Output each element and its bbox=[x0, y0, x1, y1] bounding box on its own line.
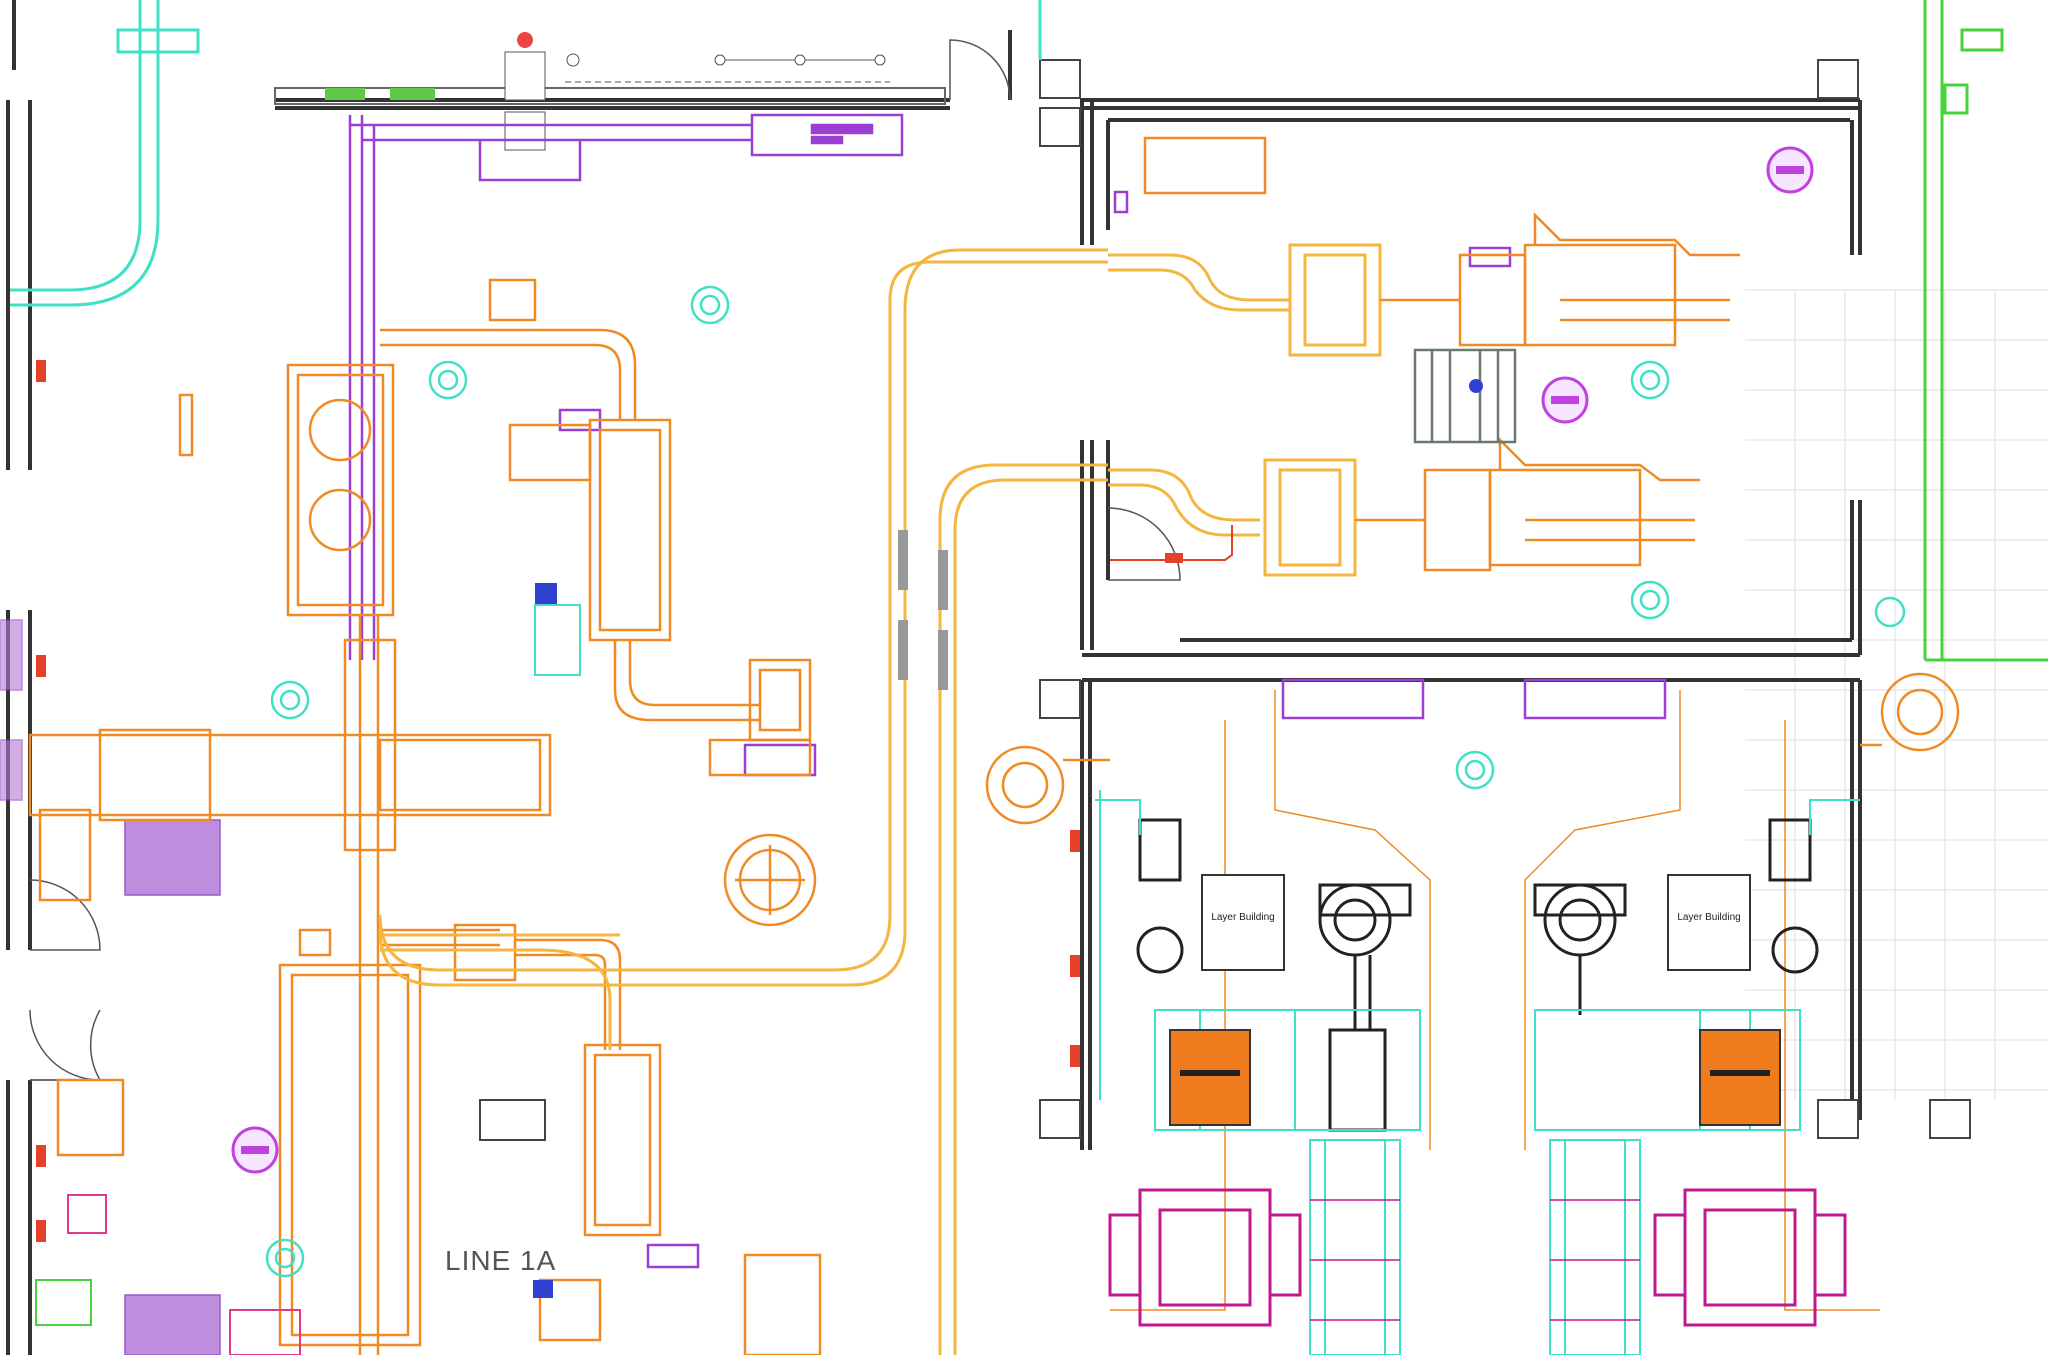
layer-building-left: Layer Building bbox=[1201, 874, 1285, 971]
red-valves bbox=[36, 360, 1080, 1242]
orange-label-panels bbox=[1169, 1029, 1781, 1126]
no-entry-icon bbox=[231, 1126, 279, 1174]
column-icon bbox=[1039, 59, 1971, 1139]
purple-equipment bbox=[348, 113, 1667, 1269]
floor-grid bbox=[1745, 289, 2048, 1100]
green-piping bbox=[1923, 0, 2048, 662]
building-walls bbox=[6, 0, 1862, 1355]
magenta-lift-tables bbox=[1108, 1188, 1847, 1327]
svg-text:Layer Building: Layer Building bbox=[1677, 912, 1740, 923]
orange-equipment-left bbox=[28, 278, 822, 1355]
no-entry-icon bbox=[1766, 146, 1814, 194]
line-label: LINE 1A bbox=[445, 1245, 556, 1276]
door-swing-icon bbox=[29, 39, 1181, 1081]
svg-text:Layer Building: Layer Building bbox=[1211, 912, 1274, 923]
red-marker bbox=[1165, 553, 1183, 563]
orange-palletizers bbox=[1143, 136, 1740, 572]
panel-box bbox=[534, 604, 581, 676]
magenta-conveyor-legs bbox=[1310, 1199, 1640, 1321]
layer-building-right: Layer Building bbox=[1667, 874, 1751, 971]
cabinet-box bbox=[479, 1099, 546, 1141]
pallet-station bbox=[1413, 348, 1517, 444]
factory-floor-plan: Layer Building Layer Building LINE 1A bbox=[0, 0, 2048, 1355]
lower-room-outline bbox=[1110, 690, 1880, 1311]
green-box bbox=[35, 1279, 92, 1326]
no-entry-icon bbox=[1541, 376, 1589, 424]
